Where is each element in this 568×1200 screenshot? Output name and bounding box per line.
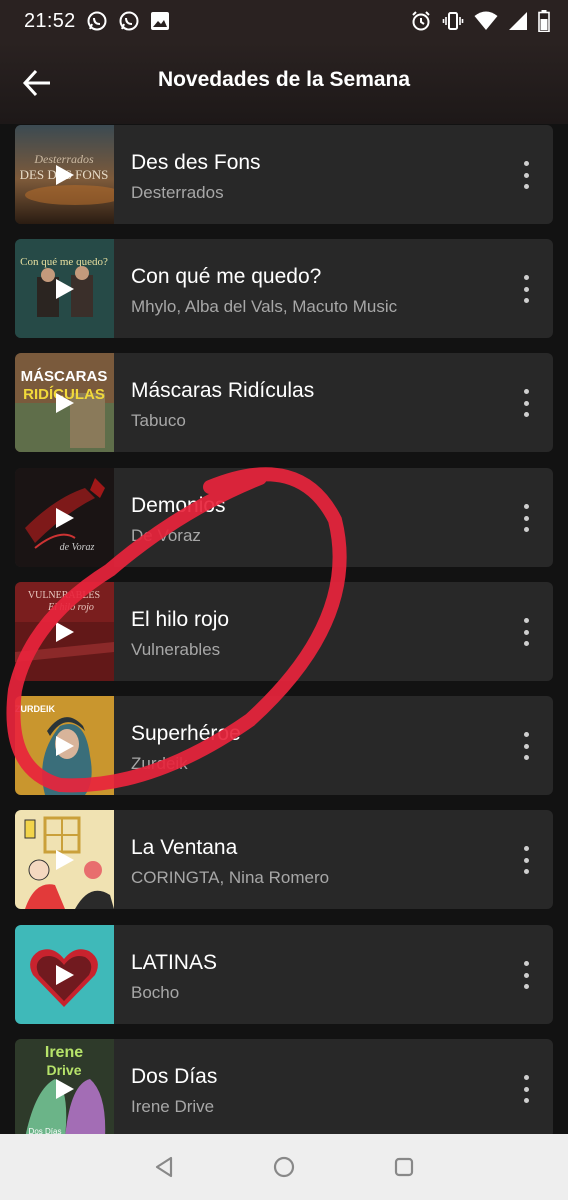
release-row[interactable]: de Voraz Demonios De Voraz xyxy=(15,468,553,567)
more-options-button[interactable] xyxy=(521,961,531,989)
system-navigation-bar xyxy=(0,1134,568,1200)
more-options-button[interactable] xyxy=(521,161,531,189)
svg-text:ZURDEIK: ZURDEIK xyxy=(15,704,55,714)
wifi-icon xyxy=(474,11,498,31)
svg-text:Desterrados: Desterrados xyxy=(33,152,94,166)
release-row[interactable]: LATINAS Bocho xyxy=(15,925,553,1024)
release-title: Des des Fons xyxy=(131,151,261,174)
play-icon xyxy=(56,850,74,870)
triangle-back-icon xyxy=(155,1156,173,1178)
release-artist: CORINGTA, Nina Romero xyxy=(131,868,330,887)
svg-text:Drive: Drive xyxy=(46,1062,81,1078)
play-icon xyxy=(56,736,74,756)
release-title: Superhéroe xyxy=(131,722,241,745)
svg-text:El hilo rojo: El hilo rojo xyxy=(47,602,94,613)
svg-text:Dos Días: Dos Días xyxy=(29,1127,62,1134)
play-icon xyxy=(56,1079,74,1099)
play-icon xyxy=(56,508,74,528)
album-cover[interactable]: MÁSCARAS RIDÍCULAS xyxy=(15,353,114,452)
release-artist: Mhylo, Alba del Vals, Macuto Music xyxy=(131,297,398,316)
status-time: 21:52 xyxy=(24,9,76,32)
album-cover[interactable]: VULNERABLES El hilo rojo xyxy=(15,582,114,681)
svg-text:Con qué me quedo?: Con qué me quedo? xyxy=(20,256,108,268)
release-artist: Zurdeik xyxy=(131,754,188,773)
nav-home-button[interactable] xyxy=(264,1147,304,1187)
svg-text:Irene: Irene xyxy=(45,1044,83,1061)
play-icon xyxy=(56,165,74,185)
cell-signal-icon xyxy=(508,11,528,31)
more-options-button[interactable] xyxy=(521,1075,531,1103)
whatsapp-icon xyxy=(86,10,108,32)
svg-text:VULNERABLES: VULNERABLES xyxy=(28,590,100,601)
status-bar: 21:52 xyxy=(0,0,568,42)
more-options-button[interactable] xyxy=(521,275,531,303)
release-row[interactable]: La Ventana CORINGTA, Nina Romero xyxy=(15,810,553,909)
release-artist: Bocho xyxy=(131,983,180,1002)
album-cover[interactable] xyxy=(15,925,114,1024)
release-title: El hilo rojo xyxy=(131,608,230,631)
svg-text:de Voraz: de Voraz xyxy=(60,542,95,553)
play-icon xyxy=(56,965,74,985)
release-row[interactable]: MÁSCARAS RIDÍCULAS Máscaras Ridículas Ta… xyxy=(15,353,553,452)
release-row[interactable]: ZURDEIK Superhéroe Zurdeik xyxy=(15,696,553,795)
release-row[interactable]: Irene Drive Dos Días Dos Días Irene Driv… xyxy=(15,1039,553,1134)
play-icon xyxy=(56,622,74,642)
whatsapp-icon xyxy=(118,10,140,32)
svg-text:MÁSCARAS: MÁSCARAS xyxy=(21,368,108,385)
album-cover[interactable]: Irene Drive Dos Días xyxy=(15,1039,114,1134)
release-title: Máscaras Ridículas xyxy=(131,379,315,402)
release-artist: Tabuco xyxy=(131,411,186,430)
album-cover[interactable]: ZURDEIK xyxy=(15,696,114,795)
more-options-button[interactable] xyxy=(521,732,531,760)
top-app-bar: Novedades de la Semana xyxy=(0,42,568,124)
album-cover[interactable]: Desterrados DES DES FONS xyxy=(15,125,114,224)
more-options-button[interactable] xyxy=(521,846,531,874)
album-cover[interactable]: de Voraz xyxy=(15,468,114,567)
release-title: Con qué me quedo? xyxy=(131,265,322,288)
image-icon xyxy=(150,11,170,31)
album-cover[interactable] xyxy=(15,810,114,909)
release-title: Demonios xyxy=(131,494,226,517)
album-cover[interactable]: Con qué me quedo? xyxy=(15,239,114,338)
release-artist: De Voraz xyxy=(131,526,201,545)
release-title: LATINAS xyxy=(131,951,217,974)
nav-recents-button[interactable] xyxy=(384,1147,424,1187)
more-options-button[interactable] xyxy=(521,389,531,417)
play-icon xyxy=(56,279,74,299)
release-title: Dos Días xyxy=(131,1065,218,1088)
more-options-button[interactable] xyxy=(521,504,531,532)
vibrate-icon xyxy=(442,10,464,32)
nav-back-button[interactable] xyxy=(144,1147,184,1187)
release-title: La Ventana xyxy=(131,836,238,859)
play-icon xyxy=(56,393,74,413)
battery-icon xyxy=(538,10,550,32)
release-artist: Desterrados xyxy=(131,183,224,202)
alarm-icon xyxy=(410,10,432,32)
release-row[interactable]: Desterrados DES DES FONS Des des Fons De… xyxy=(15,125,553,224)
releases-list: Desterrados DES DES FONS Des des Fons De… xyxy=(0,124,568,1134)
circle-home-icon xyxy=(273,1156,295,1178)
release-row[interactable]: VULNERABLES El hilo rojo El hilo rojo Vu… xyxy=(15,582,553,681)
page-title: Novedades de la Semana xyxy=(157,68,411,91)
release-row[interactable]: Con qué me quedo? Con qué me quedo? Mhyl… xyxy=(15,239,553,338)
more-options-button[interactable] xyxy=(521,618,531,646)
release-artist: Irene Drive xyxy=(131,1097,215,1116)
release-artist: Vulnerables xyxy=(131,640,221,659)
square-recents-icon xyxy=(394,1157,414,1177)
